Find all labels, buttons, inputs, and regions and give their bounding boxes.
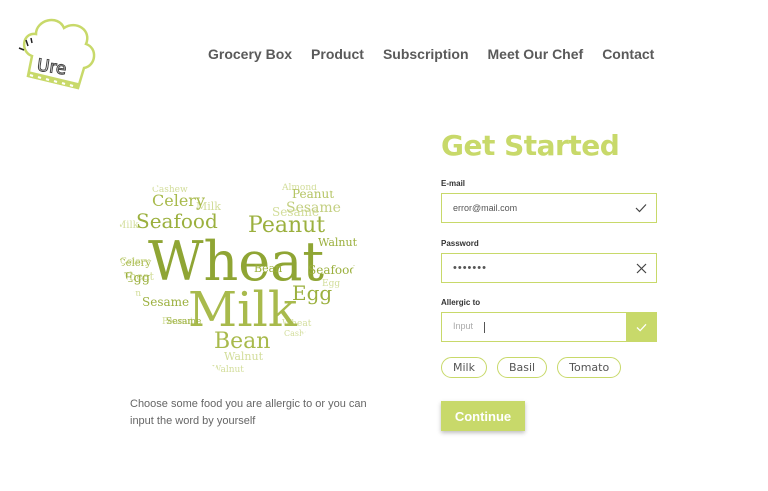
cloud-word: Walnut bbox=[318, 236, 358, 249]
clear-icon[interactable] bbox=[626, 254, 656, 282]
allergen-chips: Milk Basil Tomato bbox=[441, 357, 622, 378]
nav-meet-our-chef[interactable]: Meet Our Chef bbox=[488, 46, 584, 62]
check-icon bbox=[626, 194, 656, 222]
password-value: ••••••• bbox=[453, 262, 487, 274]
page-title: Get Started bbox=[441, 129, 620, 162]
cloud-word: Walnut bbox=[212, 365, 244, 375]
cloud-word: Bean bbox=[254, 262, 282, 275]
allergic-input[interactable]: Input bbox=[441, 312, 657, 342]
cloud-word: Celery bbox=[152, 191, 205, 210]
nav-subscription[interactable]: Subscription bbox=[383, 46, 469, 62]
allergen-word-cloud[interactable]: Cashew Almond Milk Egg Bean Peanut Wheat… bbox=[112, 176, 364, 388]
logo-text: Ure bbox=[36, 56, 68, 80]
add-allergen-button[interactable] bbox=[626, 313, 656, 341]
chip-milk[interactable]: Milk bbox=[441, 357, 487, 378]
brand-logo[interactable]: Ure bbox=[18, 12, 100, 94]
nav-grocery-box[interactable]: Grocery Box bbox=[208, 46, 292, 62]
continue-button[interactable]: Continue bbox=[441, 401, 525, 431]
chip-basil[interactable]: Basil bbox=[496, 357, 548, 378]
cloud-word: Egg bbox=[292, 281, 332, 305]
nav-contact[interactable]: Contact bbox=[602, 46, 654, 62]
cloud-word: Sesame bbox=[142, 295, 189, 309]
cloud-word: Peanut bbox=[292, 187, 334, 201]
nav-product[interactable]: Product bbox=[311, 46, 364, 62]
cloud-word: Bean bbox=[214, 329, 270, 354]
chef-hat-icon: Ure bbox=[18, 18, 96, 90]
email-field[interactable]: error@mail.com bbox=[441, 193, 657, 223]
password-label: Password bbox=[441, 239, 479, 248]
allergic-label: Allergic to bbox=[441, 298, 481, 307]
cloud-word: Bean bbox=[118, 289, 141, 299]
cloud-word: Sesame bbox=[166, 317, 201, 327]
text-cursor bbox=[484, 321, 486, 333]
allergic-placeholder: Input bbox=[453, 321, 474, 332]
cloud-word: Egg bbox=[124, 271, 150, 286]
main-nav: Grocery Box Product Subscription Meet Ou… bbox=[208, 46, 673, 62]
email-label: E-mail bbox=[441, 179, 466, 188]
cloud-word: Celery bbox=[118, 258, 151, 269]
cloud-word: Sesame bbox=[286, 200, 341, 216]
cloud-word: Seafood bbox=[308, 263, 357, 277]
check-icon bbox=[636, 323, 646, 332]
chip-tomato[interactable]: Tomato bbox=[557, 357, 622, 378]
email-value: error@mail.com bbox=[453, 203, 518, 213]
allergy-hint-text: Choose some food you are allergic to or … bbox=[130, 398, 367, 427]
password-field[interactable]: ••••••• bbox=[441, 253, 657, 283]
